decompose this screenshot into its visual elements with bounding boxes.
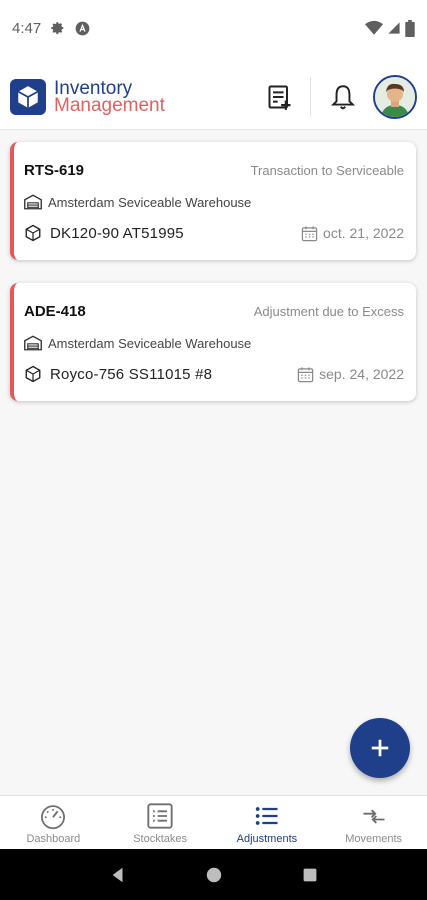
nav-adjustments-label: Adjustments <box>236 833 298 845</box>
recents-icon[interactable] <box>302 867 318 883</box>
adjustment-date: oct. 21, 2022 <box>323 225 404 241</box>
a-logo-icon <box>75 21 90 35</box>
add-note-button[interactable] <box>260 77 300 117</box>
nav-movements-label: Movements <box>345 833 403 845</box>
battery-icon <box>405 19 415 37</box>
warehouse-name: Amsterdam Seviceable Warehouse <box>48 194 252 210</box>
box-icon <box>25 224 41 242</box>
box-logo-icon <box>10 78 46 115</box>
item-reference: DK120-90 AT51995 <box>50 224 184 242</box>
app-bar: Inventory Management <box>0 64 427 130</box>
bullet-list-icon <box>255 807 278 825</box>
calendar-icon <box>297 366 314 382</box>
bell-icon <box>330 84 356 109</box>
nav-stocktakes[interactable]: Stocktakes <box>107 796 214 849</box>
status-bar: 4:47 <box>0 0 427 56</box>
adjustment-card[interactable]: RTS-619 Transaction to Serviceable Amste… <box>10 142 416 260</box>
status-time: 4:47 <box>12 19 42 37</box>
nav-movements[interactable]: Movements <box>320 796 427 849</box>
adjustment-date: sep. 24, 2022 <box>319 366 404 382</box>
back-icon[interactable] <box>109 866 127 884</box>
adjustment-code: ADE-418 <box>24 303 86 320</box>
app-logo: Inventory Management <box>10 77 165 116</box>
calendar-icon <box>301 225 318 241</box>
list-box-icon <box>147 803 173 829</box>
nav-dashboard[interactable]: Dashboard <box>0 796 107 849</box>
adjustments-list: RTS-619 Transaction to Serviceable Amste… <box>0 130 427 795</box>
header-divider <box>310 76 311 117</box>
plus-icon <box>371 739 389 757</box>
add-adjustment-button[interactable] <box>350 718 410 778</box>
item-reference: Royco-756 SS11015 #8 <box>50 365 213 383</box>
app-title-line1: Inventory <box>54 77 133 99</box>
bottom-navigation: Dashboard Stocktakes Adjustments Movemen… <box>0 795 427 849</box>
add-note-icon <box>268 85 291 110</box>
arrows-icon <box>363 809 385 824</box>
warehouse-icon <box>24 335 42 351</box>
home-icon[interactable] <box>205 866 223 884</box>
nav-adjustments[interactable]: Adjustments <box>214 796 321 849</box>
adjustment-card[interactable]: ADE-418 Adjustment due to Excess Amsterd… <box>10 283 416 401</box>
warehouse-name: Amsterdam Seviceable Warehouse <box>48 335 252 351</box>
gauge-icon <box>41 805 66 830</box>
app-title-line2: Management <box>54 94 165 116</box>
adjustment-type: Transaction to Serviceable <box>250 163 404 178</box>
nav-dashboard-label: Dashboard <box>26 833 81 845</box>
adjustment-code: RTS-619 <box>24 162 85 179</box>
avatar[interactable] <box>373 74 417 119</box>
nav-stocktakes-label: Stocktakes <box>133 833 188 845</box>
wifi-icon <box>365 20 383 35</box>
system-navigation-bar <box>0 849 427 900</box>
warehouse-icon <box>24 194 42 210</box>
user-avatar-icon <box>375 76 415 117</box>
notifications-button[interactable] <box>323 77 363 117</box>
settings-icon <box>51 22 64 35</box>
signal-icon <box>388 22 400 34</box>
box-icon <box>25 365 41 383</box>
adjustment-type: Adjustment due to Excess <box>253 304 404 319</box>
